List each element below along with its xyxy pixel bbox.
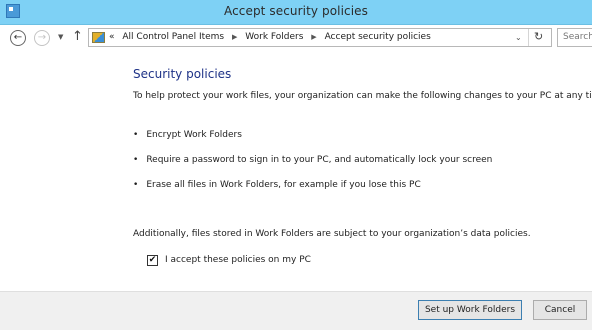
address-divider [528, 29, 529, 46]
bullet-icon: • [133, 180, 139, 190]
policy-item-encrypt: • Encrypt Work Folders [133, 130, 242, 140]
chevron-right-icon[interactable]: ▶ [311, 33, 316, 41]
policy-item-password: • Require a password to sign in to your P… [133, 155, 492, 165]
dialog-footer: Set up Work Folders Cancel [0, 291, 592, 330]
accept-policies-checkbox[interactable]: ✔ [147, 255, 158, 266]
bullet-icon: • [133, 130, 139, 140]
policy-item-erase: • Erase all files in Work Folders, for ex… [133, 180, 421, 190]
breadcrumb: « All Control Panel Items ▶ Work Folders… [109, 32, 431, 42]
intro-text: To help protect your work files, your or… [133, 91, 592, 101]
control-panel-location-icon [92, 32, 105, 43]
breadcrumb-work-folders[interactable]: Work Folders [245, 32, 303, 42]
back-button[interactable]: ← [10, 30, 26, 46]
address-dropdown-chevron-down-icon[interactable]: ⌄ [515, 33, 522, 42]
policy-item-label: Erase all files in Work Folders, for exa… [146, 180, 421, 190]
refresh-icon[interactable]: ↻ [534, 30, 543, 43]
policy-item-label: Require a password to sign in to your PC… [146, 155, 493, 165]
search-input[interactable]: Search [557, 28, 592, 47]
title-bar[interactable]: Accept security policies [0, 0, 592, 25]
data-policies-note: Additionally, files stored in Work Folde… [133, 229, 531, 239]
recent-locations-chevron-down-icon[interactable]: ▼ [58, 33, 63, 41]
page-title: Security policies [133, 67, 232, 81]
breadcrumb-all-control-panel-items[interactable]: All Control Panel Items [122, 32, 224, 42]
bullet-icon: • [133, 155, 139, 165]
cancel-button[interactable]: Cancel [533, 300, 587, 320]
set-up-work-folders-button[interactable]: Set up Work Folders [418, 300, 522, 320]
forward-button[interactable]: → [34, 30, 50, 46]
address-bar[interactable]: « All Control Panel Items ▶ Work Folders… [88, 28, 552, 47]
breadcrumb-overflow[interactable]: « [109, 32, 115, 42]
policy-item-label: Encrypt Work Folders [146, 130, 242, 140]
chevron-right-icon[interactable]: ▶ [232, 33, 237, 41]
up-arrow-icon[interactable]: ↑ [72, 29, 83, 44]
breadcrumb-accept-security-policies[interactable]: Accept security policies [325, 32, 431, 42]
navigation-bar: ← → ▼ ↑ « All Control Panel Items ▶ Work… [0, 25, 592, 51]
search-placeholder: Search [563, 32, 592, 42]
window-title: Accept security policies [223, 4, 369, 18]
accept-policies-label[interactable]: I accept these policies on my PC [165, 255, 311, 265]
